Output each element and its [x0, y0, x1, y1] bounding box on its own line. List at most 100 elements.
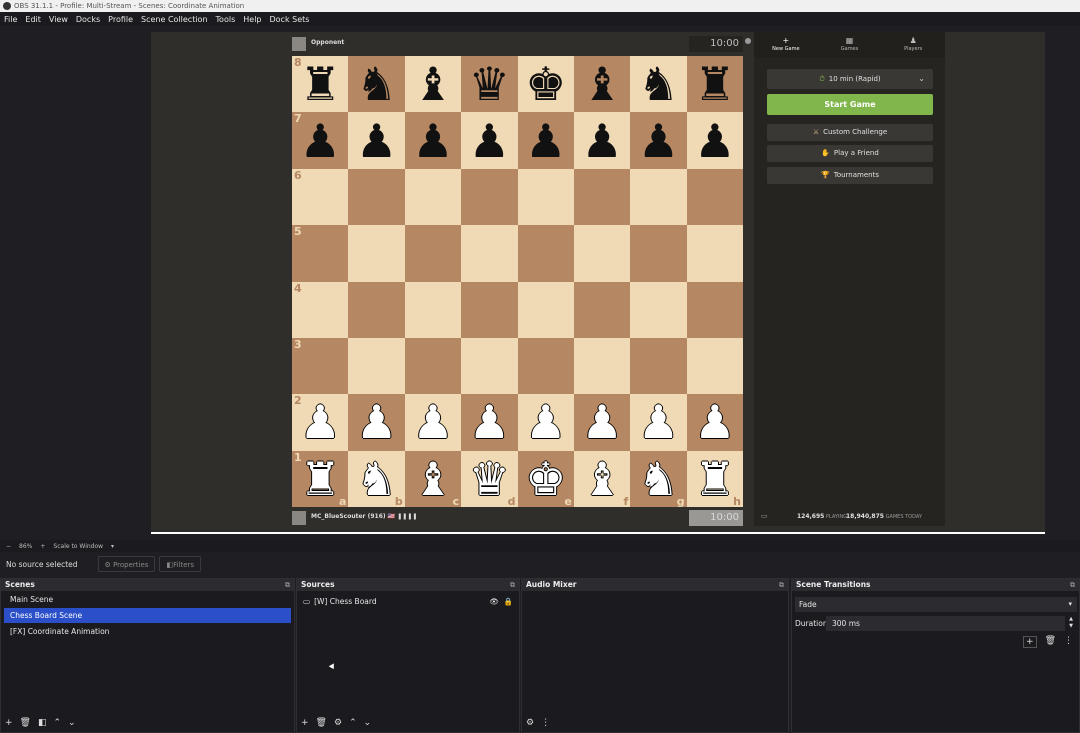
board-square[interactable]: ♟ — [686, 394, 743, 451]
board-square[interactable]: ♜ — [686, 56, 743, 113]
board-square[interactable]: ♚ — [517, 56, 574, 113]
board-square[interactable] — [630, 281, 687, 338]
board-square[interactable]: 7 ♟ — [292, 112, 349, 169]
board-square[interactable]: ♟ — [686, 112, 743, 169]
chevron-up-icon[interactable]: ▲ — [1069, 616, 1073, 622]
preview-area[interactable]: Opponent 10:00 8 ♜ ♞ ♝ ♛ ♚ ♝ ♞ ♜ 7 ♟ ♟ ♟ ♟ ♟ ♟ ♟ ♟ 6 5 4 3 2 ♟ ♟… — [0, 26, 1080, 540]
board-square[interactable] — [573, 168, 631, 226]
white-bishop-icon[interactable]: ♝ — [412, 456, 453, 502]
transition-select[interactable]: Fade ▾ — [795, 597, 1077, 612]
white-knight-icon[interactable]: ♞ — [638, 456, 679, 502]
black-rook-icon[interactable]: ♜ — [694, 61, 735, 107]
chevron-down-icon[interactable]: ⌄ — [364, 718, 372, 728]
board-square[interactable] — [573, 225, 631, 282]
board-square[interactable]: ♞ — [348, 56, 405, 113]
black-pawn-icon[interactable]: ♟ — [469, 118, 510, 164]
black-bishop-icon[interactable]: ♝ — [412, 61, 453, 107]
advanced-audio-icon[interactable]: ⚙ — [526, 718, 534, 728]
undock-icon[interactable]: ⧉ — [510, 579, 515, 591]
gear-icon[interactable] — [745, 38, 751, 44]
board-square[interactable] — [686, 225, 743, 282]
chevron-down-icon[interactable]: ▾ — [111, 543, 114, 550]
board-square[interactable]: ♟ — [404, 112, 462, 169]
preview-canvas[interactable]: Opponent 10:00 8 ♜ ♞ ♝ ♛ ♚ ♝ ♞ ♜ 7 ♟ ♟ ♟ ♟ ♟ ♟ ♟ ♟ 6 5 4 3 2 ♟ ♟… — [151, 32, 1045, 534]
source-item[interactable]: ▭ [W] Chess Board 👁 🔒 — [297, 594, 519, 609]
board-square[interactable]: h ♜ — [686, 450, 743, 507]
zoom-out-icon[interactable]: − — [6, 543, 11, 550]
tournaments-button[interactable]: 🏆 Tournaments — [767, 167, 933, 184]
white-pawn-icon[interactable]: ♟ — [694, 399, 735, 445]
black-pawn-icon[interactable]: ♟ — [694, 118, 735, 164]
gear-icon[interactable]: ⚙ — [334, 718, 342, 728]
board-square[interactable] — [686, 281, 743, 338]
lock-icon[interactable]: 🔒 — [504, 594, 513, 609]
board-square[interactable]: b ♞ — [348, 450, 405, 507]
board-square[interactable]: 1 a ♜ — [292, 450, 349, 507]
more-icon[interactable]: ⋮ — [541, 718, 550, 728]
menu-dock-sets[interactable]: Dock Sets — [270, 15, 310, 24]
board-square[interactable] — [517, 168, 574, 226]
board-square[interactable]: ♟ — [348, 112, 405, 169]
board-square[interactable] — [404, 168, 462, 226]
board-square[interactable] — [404, 225, 462, 282]
play-friend-button[interactable]: ✋ Play a Friend — [767, 145, 933, 162]
board-square[interactable] — [348, 225, 405, 282]
board-square[interactable]: 6 — [292, 168, 349, 226]
board-square[interactable]: ♟ — [461, 394, 518, 451]
filters-button[interactable]: ◧Filters — [159, 556, 202, 572]
white-rook-icon[interactable]: ♜ — [694, 456, 735, 502]
scale-mode[interactable]: Scale to Window — [53, 543, 103, 550]
trash-icon[interactable]: 🗑 — [316, 718, 327, 728]
board-square[interactable]: 8 ♜ — [292, 56, 349, 113]
board-square[interactable] — [573, 281, 631, 338]
duration-input[interactable]: 300 ms — [826, 616, 1065, 631]
chevron-down-icon[interactable]: ⌄ — [68, 718, 76, 728]
menu-tools[interactable]: Tools — [216, 15, 236, 24]
board-square[interactable] — [573, 337, 631, 395]
tab-games[interactable]: ▦ Games — [818, 32, 882, 58]
board-square[interactable]: 2 ♟ — [292, 394, 349, 451]
white-pawn-icon[interactable]: ♟ — [412, 399, 453, 445]
black-knight-icon[interactable]: ♞ — [638, 61, 679, 107]
white-pawn-icon[interactable]: ♟ — [525, 399, 566, 445]
board-square[interactable]: 5 — [292, 225, 349, 282]
scene-item[interactable]: [FX] Coordinate Animation — [4, 624, 291, 639]
board-square[interactable]: ♟ — [517, 394, 574, 451]
chevron-up-icon[interactable]: ⌃ — [54, 718, 62, 728]
board-square[interactable]: e ♚ — [517, 450, 574, 507]
chess-board[interactable]: 8 ♜ ♞ ♝ ♛ ♚ ♝ ♞ ♜ 7 ♟ ♟ ♟ ♟ ♟ ♟ ♟ ♟ 6 5 4 3 2 ♟ ♟ ♟ ♟ ♟ ♟ ♟ ♟ 1 a ♜ b ♞ c ♝ d ♛… — [292, 56, 743, 507]
board-square[interactable] — [348, 337, 405, 395]
scene-item[interactable]: Chess Board Scene — [4, 608, 291, 623]
more-icon[interactable]: ⋮ — [1064, 636, 1073, 648]
white-bishop-icon[interactable]: ♝ — [581, 456, 622, 502]
black-pawn-icon[interactable]: ♟ — [638, 118, 679, 164]
board-square[interactable]: ♛ — [461, 56, 518, 113]
board-square[interactable] — [404, 281, 462, 338]
chat-icon[interactable]: ▭ — [761, 512, 768, 520]
board-square[interactable]: 3 — [292, 337, 349, 395]
menu-scene-collection[interactable]: Scene Collection — [141, 15, 208, 24]
add-icon[interactable]: + — [5, 718, 13, 728]
black-knight-icon[interactable]: ♞ — [356, 61, 397, 107]
board-square[interactable]: d ♛ — [461, 450, 518, 507]
undock-icon[interactable]: ⧉ — [285, 579, 290, 591]
board-square[interactable]: ♟ — [461, 112, 518, 169]
scene-item[interactable]: Main Scene — [4, 592, 291, 607]
board-square[interactable] — [630, 337, 687, 395]
menu-docks[interactable]: Docks — [76, 15, 100, 24]
black-king-icon[interactable]: ♚ — [525, 61, 566, 107]
board-square[interactable] — [517, 225, 574, 282]
start-game-button[interactable]: Start Game — [767, 94, 933, 115]
undock-icon[interactable]: ⧉ — [1070, 579, 1075, 591]
board-square[interactable] — [630, 168, 687, 226]
board-square[interactable]: c ♝ — [404, 450, 462, 507]
board-square[interactable] — [686, 337, 743, 395]
filters-icon[interactable]: ◧ — [38, 718, 47, 728]
menu-view[interactable]: View — [49, 15, 68, 24]
board-square[interactable] — [630, 225, 687, 282]
trash-icon[interactable]: 🗑 — [20, 718, 31, 728]
trash-icon[interactable]: 🗑 — [1045, 636, 1056, 648]
black-pawn-icon[interactable]: ♟ — [300, 118, 341, 164]
zoom-in-icon[interactable]: + — [40, 543, 45, 550]
board-square[interactable] — [461, 281, 518, 338]
